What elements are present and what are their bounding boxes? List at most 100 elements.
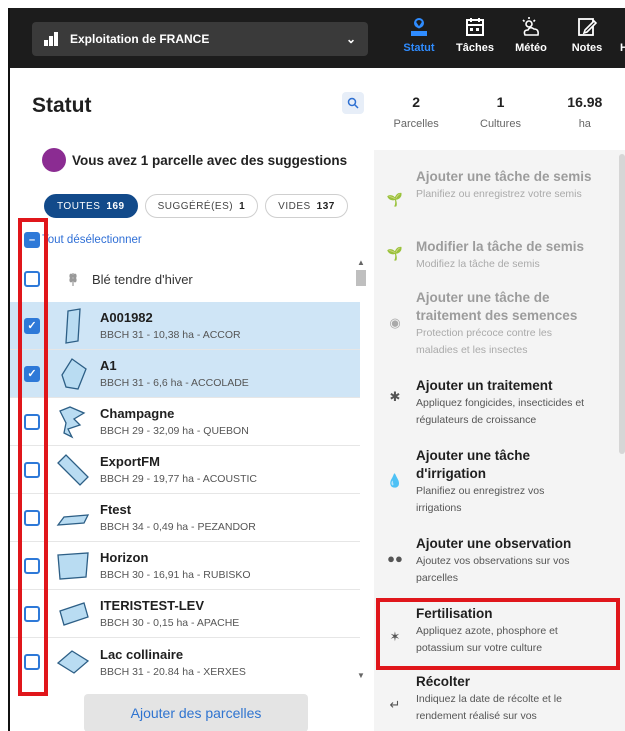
- parcel-row[interactable]: ITERISTEST-LEV BBCH 30 - 0,15 ha - APACHE: [10, 590, 360, 638]
- parcel-row[interactable]: Champagne BBCH 29 - 32,09 ha - QUEBON: [10, 398, 360, 446]
- parcel-row[interactable]: ✓ A1 BBCH 31 - 6,6 ha - ACCOLADE: [10, 350, 360, 398]
- parcel-name: Champagne: [100, 406, 175, 421]
- sprayer-icon: ✱: [389, 389, 401, 404]
- weather-icon: [522, 17, 539, 36]
- suggestion-banner[interactable]: Vous avez 1 parcelle avec des suggestion…: [42, 148, 347, 172]
- action-harvest[interactable]: ↵ Récolter Indiquez la date de récolte e…: [374, 673, 625, 731]
- search-button[interactable]: [342, 92, 364, 114]
- parcel-shape-icon: [61, 357, 87, 390]
- stat-value: 2: [412, 94, 421, 110]
- stat-parcels: 2 Parcelles: [374, 68, 458, 150]
- stat-label: Parcelles: [393, 118, 439, 130]
- action-desc: Ajoutez vos observations sur vos parcell…: [416, 555, 570, 584]
- deselect-all-label: Tout désélectionner: [42, 234, 142, 246]
- action-add-treatment[interactable]: ✱ Ajouter un traitement Appliquez fongic…: [374, 377, 625, 447]
- tab-taches[interactable]: Tâches: [452, 8, 498, 68]
- main-nav: Statut Tâches Météo Notes: [396, 8, 625, 68]
- parcel-info: BBCH 29 - 32,09 ha - QUEBON: [100, 425, 249, 437]
- page-title: Statut: [32, 94, 92, 117]
- add-parcels-button[interactable]: Ajouter des parcelles: [84, 694, 308, 731]
- parcel-row[interactable]: Ftest BBCH 34 - 0,49 ha - PEZANDOR: [10, 494, 360, 542]
- tab-meteo[interactable]: Météo: [508, 8, 554, 68]
- farm-name: Exploitation de FRANCE: [70, 32, 210, 46]
- tab-cut-off[interactable]: H: [620, 8, 625, 68]
- parcel-name: A1: [100, 358, 117, 373]
- parcel-list-scrollbar[interactable]: ▲ ▼: [356, 258, 366, 680]
- action-desc: Planifiez ou enregistrez vos irrigations: [416, 485, 545, 514]
- parcel-name: ITERISTEST-LEV: [100, 598, 205, 613]
- action-title: Ajouter un traitement: [416, 378, 553, 393]
- parcel-info: BBCH 29 - 19,77 ha - ACOUSTIC: [100, 473, 257, 485]
- stat-value: 16.98: [567, 94, 603, 110]
- top-bar: Exploitation de FRANCE ⌄ Statut Tâches M…: [10, 8, 625, 68]
- action-seed-treatment[interactable]: ◉ Ajouter une tâche de traitement des se…: [374, 289, 625, 377]
- selection-stats: 2 Parcelles 1 Cultures 16.98 ha: [374, 68, 625, 150]
- filter-suggested[interactable]: SUGGÉRÉ(ES) 1: [144, 194, 259, 218]
- action-title: Modifier la tâche de semis: [416, 239, 585, 254]
- water-drop-icon: 💧: [386, 473, 404, 488]
- action-title: Récolter: [416, 674, 471, 689]
- action-add-sowing[interactable]: 🌱 Ajouter une tâche de semis Planifiez o…: [374, 168, 625, 238]
- farm-selector[interactable]: Exploitation de FRANCE ⌄: [32, 22, 368, 56]
- map-pin-icon: [411, 18, 427, 36]
- parcel-row[interactable]: Horizon BBCH 30 - 16,91 ha - RUBISKO: [10, 542, 360, 590]
- wheat-icon: [69, 273, 77, 286]
- action-observation[interactable]: ●● Ajouter une observation Ajoutez vos o…: [374, 535, 625, 605]
- parcel-name: Horizon: [100, 550, 149, 565]
- action-desc: Protection précoce contre les maladies e…: [416, 327, 552, 356]
- parcel-name: Lac collinaire: [100, 646, 184, 662]
- tab-label: Statut: [403, 42, 435, 54]
- action-title: Ajouter une observation: [416, 536, 572, 551]
- parcel-shape-icon: [56, 513, 90, 526]
- sowing-edit-icon: 🌱: [386, 246, 404, 261]
- suggestion-text: Vous avez 1 parcelle avec des suggestion…: [72, 152, 348, 168]
- action-desc: Indiquez la date de récolte et le rendem…: [416, 693, 562, 722]
- action-irrigation[interactable]: 💧 Ajouter une tâche d'irrigation Planifi…: [374, 447, 625, 535]
- filter-count: 1: [239, 200, 246, 212]
- action-edit-sowing[interactable]: 🌱 Modifier la tâche de semis Modifiez la…: [374, 238, 625, 289]
- tab-statut[interactable]: Statut: [396, 8, 442, 68]
- status-panel: Statut Vous avez 1 parcelle avec des sug…: [10, 68, 374, 731]
- parcel-shape-icon: [56, 650, 90, 674]
- parcel-info: BBCH 31 - 6,6 ha - ACCOLADE: [100, 377, 249, 389]
- filter-pills: TOUTES 169 SUGGÉRÉ(ES) 1 VIDES 137: [44, 194, 355, 218]
- action-desc: Modifiez la tâche de semis: [416, 258, 540, 270]
- scrollbar-thumb[interactable]: [356, 270, 366, 286]
- action-desc: Planifiez ou enregistrez votre semis: [416, 188, 582, 200]
- parcel-info: BBCH 31 - 20.84 ha - XERXES: [100, 665, 246, 678]
- stat-value: 1: [496, 94, 505, 110]
- search-icon: [347, 97, 359, 109]
- tab-notes[interactable]: Notes: [564, 8, 610, 68]
- filter-label: SUGGÉRÉ(ES): [157, 200, 234, 212]
- action-title: Ajouter une tâche de traitement des seme…: [416, 290, 578, 323]
- parcel-list: ✓ A001982 BBCH 31 - 10,38 ha - ACCOR ✓ A1…: [10, 302, 360, 686]
- filter-count: 137: [316, 200, 335, 212]
- parcel-shape-icon: [59, 405, 86, 438]
- parcel-shape-icon: [59, 601, 89, 626]
- suggestion-dot-icon: [42, 148, 66, 172]
- tab-label: Notes: [571, 42, 603, 54]
- filter-empty[interactable]: VIDES 137: [265, 194, 348, 218]
- parcel-row[interactable]: Lac collinaire BBCH 31 - 20.84 ha - XERXE…: [10, 638, 360, 686]
- parcel-info: BBCH 30 - 0,15 ha - APACHE: [100, 617, 240, 629]
- parcel-row[interactable]: ExportFM BBCH 29 - 19,77 ha - ACOUSTIC: [10, 446, 360, 494]
- action-desc: Appliquez fongicides, insecticides et ré…: [416, 397, 585, 426]
- parcel-info: BBCH 31 - 10,38 ha - ACCOR: [100, 329, 241, 341]
- calendar-icon: [466, 18, 484, 36]
- action-title: Ajouter une tâche d'irrigation: [416, 448, 531, 481]
- stat-area: 16.98 ha: [543, 68, 625, 150]
- filter-label: TOUTES: [57, 200, 101, 212]
- action-title: Ajouter une tâche de semis: [416, 169, 592, 184]
- scroll-up-icon[interactable]: ▲: [356, 258, 366, 267]
- scroll-down-icon[interactable]: ▼: [356, 671, 366, 680]
- parcel-name: A001982: [100, 310, 153, 325]
- note-edit-icon: [578, 18, 598, 36]
- checkbox-column-highlight: [18, 218, 48, 696]
- fertilisation-highlight: [376, 598, 620, 670]
- parcel-row[interactable]: ✓ A001982 BBCH 31 - 10,38 ha - ACCOR: [10, 302, 360, 350]
- filter-all[interactable]: TOUTES 169: [44, 194, 138, 218]
- crop-group-header: Blé tendre d'hiver: [24, 260, 354, 298]
- seed-treatment-icon: ◉: [389, 315, 401, 330]
- tab-label: H: [620, 42, 625, 54]
- crop-group-label: Blé tendre d'hiver: [92, 271, 193, 287]
